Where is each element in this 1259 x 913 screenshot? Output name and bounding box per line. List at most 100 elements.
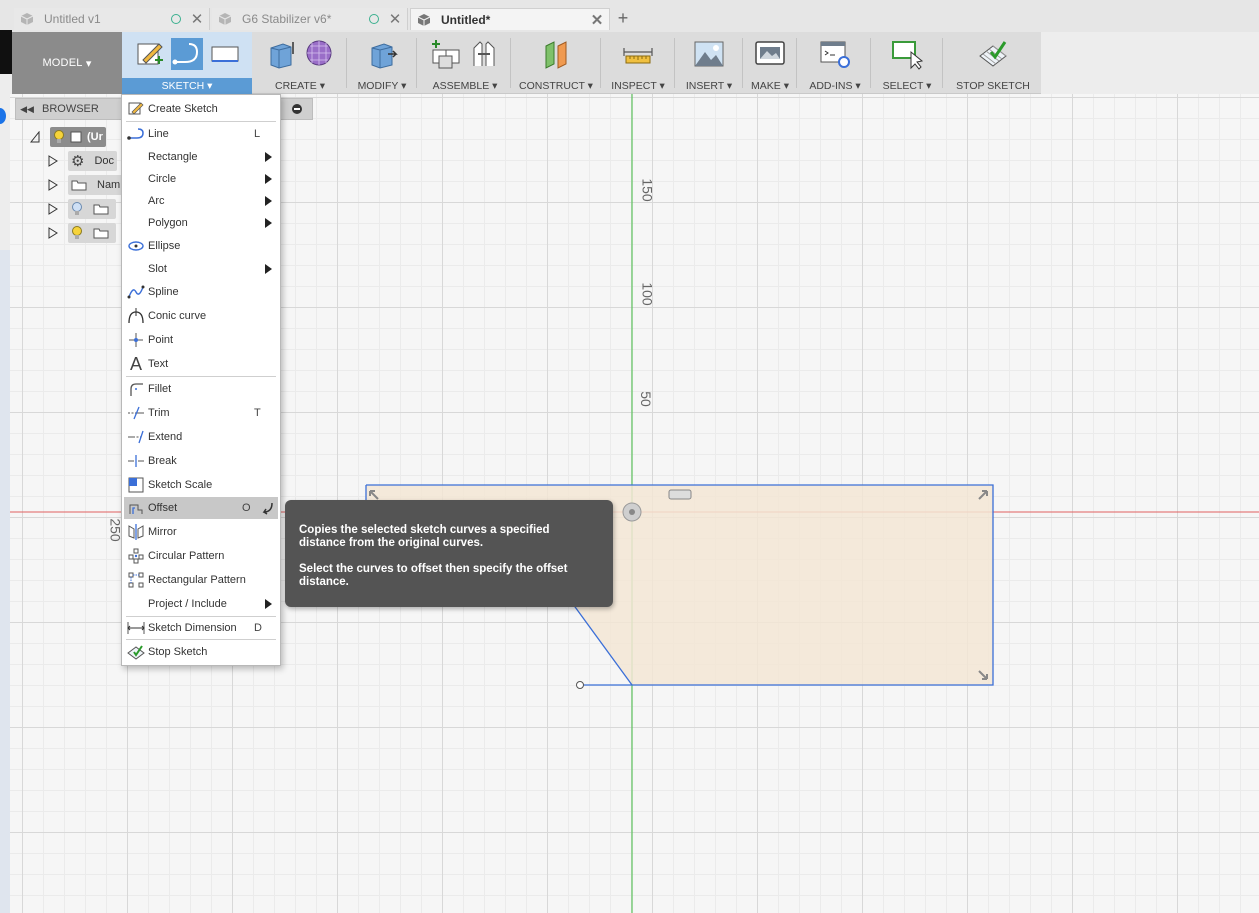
- menu-item-conic-curve[interactable]: Conic curve: [124, 305, 278, 327]
- browser-item-sketches[interactable]: [48, 223, 116, 243]
- menu-item-mirror[interactable]: Mirror: [124, 521, 278, 543]
- line-tool-icon[interactable]: [171, 38, 203, 70]
- menu-item-rectangular-pattern[interactable]: Rectangular Pattern: [124, 569, 278, 591]
- collapse-panel-icon[interactable]: ◀◀: [16, 104, 38, 115]
- toolbar-separator: [942, 38, 943, 88]
- menu-item-sketch-scale[interactable]: Sketch Scale: [124, 474, 278, 496]
- menu-item-extend[interactable]: Extend: [124, 426, 278, 448]
- pin-to-toolbar-icon[interactable]: [260, 501, 274, 515]
- new-tab-button[interactable]: +: [614, 8, 632, 28]
- stop-sketch-label[interactable]: STOP SKETCH: [946, 80, 1040, 92]
- create-group-label[interactable]: CREATE ▾: [256, 80, 344, 92]
- construct-group-label[interactable]: CONSTRUCT ▾: [514, 80, 598, 92]
- collapsed-triangle-icon[interactable]: [48, 155, 58, 167]
- rectangle-tool-icon[interactable]: [209, 38, 241, 70]
- menu-item-sketch-dimension[interactable]: Sketch Dimension D: [124, 617, 278, 639]
- scripts-addins-icon[interactable]: [819, 38, 851, 70]
- browser-item-origin[interactable]: [48, 199, 116, 219]
- make-group[interactable]: MAKE ▾: [746, 32, 794, 94]
- measure-icon[interactable]: [622, 38, 654, 70]
- offset-plane-icon[interactable]: [540, 38, 572, 70]
- collapsed-triangle-icon[interactable]: [48, 227, 58, 239]
- tab-untitled-v1[interactable]: Untitled v1 ✕: [14, 8, 210, 30]
- add-ins-group[interactable]: ADD-INS ▾: [802, 32, 868, 94]
- assemble-group[interactable]: ASSEMBLE ▾: [420, 32, 510, 94]
- browser-item-document-settings[interactable]: ⚙ Doc: [48, 151, 118, 171]
- insert-group-label[interactable]: INSERT ▾: [678, 80, 740, 92]
- stop-sketch-group[interactable]: STOP SKETCH: [946, 32, 1040, 94]
- menu-item-project-include[interactable]: Project / Include: [124, 593, 278, 615]
- select-icon[interactable]: [891, 38, 923, 70]
- inspect-group[interactable]: INSPECT ▾: [606, 32, 670, 94]
- new-component-icon[interactable]: [430, 38, 462, 70]
- horizontal-constraint-icon: [668, 489, 692, 500]
- browser-item-named-views[interactable]: Nam: [48, 175, 124, 195]
- browser-root-item[interactable]: (Ur: [30, 127, 106, 147]
- insert-group[interactable]: INSERT ▾: [678, 32, 740, 94]
- menu-item-offset[interactable]: Offset O: [124, 497, 278, 519]
- minimize-icon[interactable]: [292, 104, 302, 114]
- menu-item-trim[interactable]: Trim T: [124, 402, 278, 424]
- spline-icon: [127, 285, 145, 299]
- offset-icon: [129, 504, 143, 514]
- construct-group[interactable]: CONSTRUCT ▾: [514, 32, 598, 94]
- create-group[interactable]: CREATE ▾: [256, 32, 344, 94]
- close-icon[interactable]: ✕: [589, 11, 605, 29]
- workspace-switcher[interactable]: MODEL ▾: [12, 32, 122, 94]
- menu-item-slot[interactable]: Slot: [124, 258, 278, 280]
- close-icon[interactable]: ✕: [189, 10, 205, 28]
- menu-separator: [126, 121, 276, 122]
- form-icon[interactable]: [303, 38, 335, 70]
- menu-separator: [126, 639, 276, 640]
- collapsed-triangle-icon[interactable]: [48, 179, 58, 191]
- insert-image-icon[interactable]: [693, 38, 725, 70]
- add-ins-group-label[interactable]: ADD-INS ▾: [802, 80, 868, 92]
- joint-icon[interactable]: [468, 38, 500, 70]
- menu-item-spline[interactable]: Spline: [124, 281, 278, 303]
- create-sketch-icon[interactable]: [133, 38, 165, 70]
- lightbulb-off-icon[interactable]: [71, 202, 83, 216]
- inspect-group-label[interactable]: INSPECT ▾: [606, 80, 670, 92]
- menu-item-ellipse[interactable]: Ellipse: [124, 235, 278, 257]
- rectangular-pattern-icon: [128, 572, 144, 588]
- menu-item-arc[interactable]: Arc: [124, 190, 278, 212]
- document-tab-bar: Untitled v1 ✕ G6 Stabilizer v6* ✕ Untitl…: [0, 0, 1259, 74]
- menu-item-circle[interactable]: Circle: [124, 168, 278, 190]
- menu-item-break[interactable]: Break: [124, 450, 278, 472]
- fillet-icon: [130, 383, 143, 396]
- menu-item-point[interactable]: Point: [124, 329, 278, 351]
- menu-item-stop-sketch[interactable]: Stop Sketch: [124, 641, 278, 663]
- expanded-triangle-icon[interactable]: [30, 131, 40, 143]
- modify-group[interactable]: MODIFY ▾: [352, 32, 412, 94]
- select-group[interactable]: SELECT ▾: [874, 32, 940, 94]
- menu-item-rectangle[interactable]: Rectangle: [124, 146, 278, 168]
- menu-item-fillet[interactable]: Fillet: [124, 378, 278, 400]
- extend-icon: [128, 430, 144, 444]
- lightbulb-icon[interactable]: [53, 130, 65, 144]
- gear-icon: ⚙: [71, 153, 85, 170]
- sketch-group[interactable]: SKETCH ▾: [122, 32, 252, 94]
- lightbulb-icon[interactable]: [71, 226, 83, 240]
- tab-label: Untitled v1: [44, 12, 101, 26]
- cube-icon: [20, 13, 34, 25]
- make-group-label[interactable]: MAKE ▾: [746, 80, 794, 92]
- tab-untitled-active[interactable]: Untitled* ✕: [410, 8, 610, 30]
- tab-g6-stabilizer[interactable]: G6 Stabilizer v6* ✕: [212, 8, 408, 30]
- menu-item-create-sketch[interactable]: Create Sketch: [124, 98, 278, 120]
- press-pull-icon[interactable]: [366, 38, 398, 70]
- collapsed-triangle-icon[interactable]: [48, 203, 58, 215]
- sketch-point-endpoint: [576, 681, 584, 689]
- 3d-print-icon[interactable]: [754, 38, 786, 70]
- offset-tooltip: Copies the selected sketch curves a spec…: [285, 500, 613, 607]
- menu-item-polygon[interactable]: Polygon: [124, 212, 278, 234]
- menu-item-line[interactable]: Line L: [124, 123, 278, 145]
- extrude-icon[interactable]: [265, 38, 297, 70]
- stop-sketch-icon[interactable]: [977, 38, 1009, 70]
- close-icon[interactable]: ✕: [387, 10, 403, 28]
- modify-group-label[interactable]: MODIFY ▾: [352, 80, 412, 92]
- sketch-group-label[interactable]: SKETCH ▾: [122, 78, 252, 94]
- menu-item-circular-pattern[interactable]: Circular Pattern: [124, 545, 278, 567]
- select-group-label[interactable]: SELECT ▾: [874, 80, 940, 92]
- menu-item-text[interactable]: A Text: [124, 353, 278, 375]
- assemble-group-label[interactable]: ASSEMBLE ▾: [420, 80, 510, 92]
